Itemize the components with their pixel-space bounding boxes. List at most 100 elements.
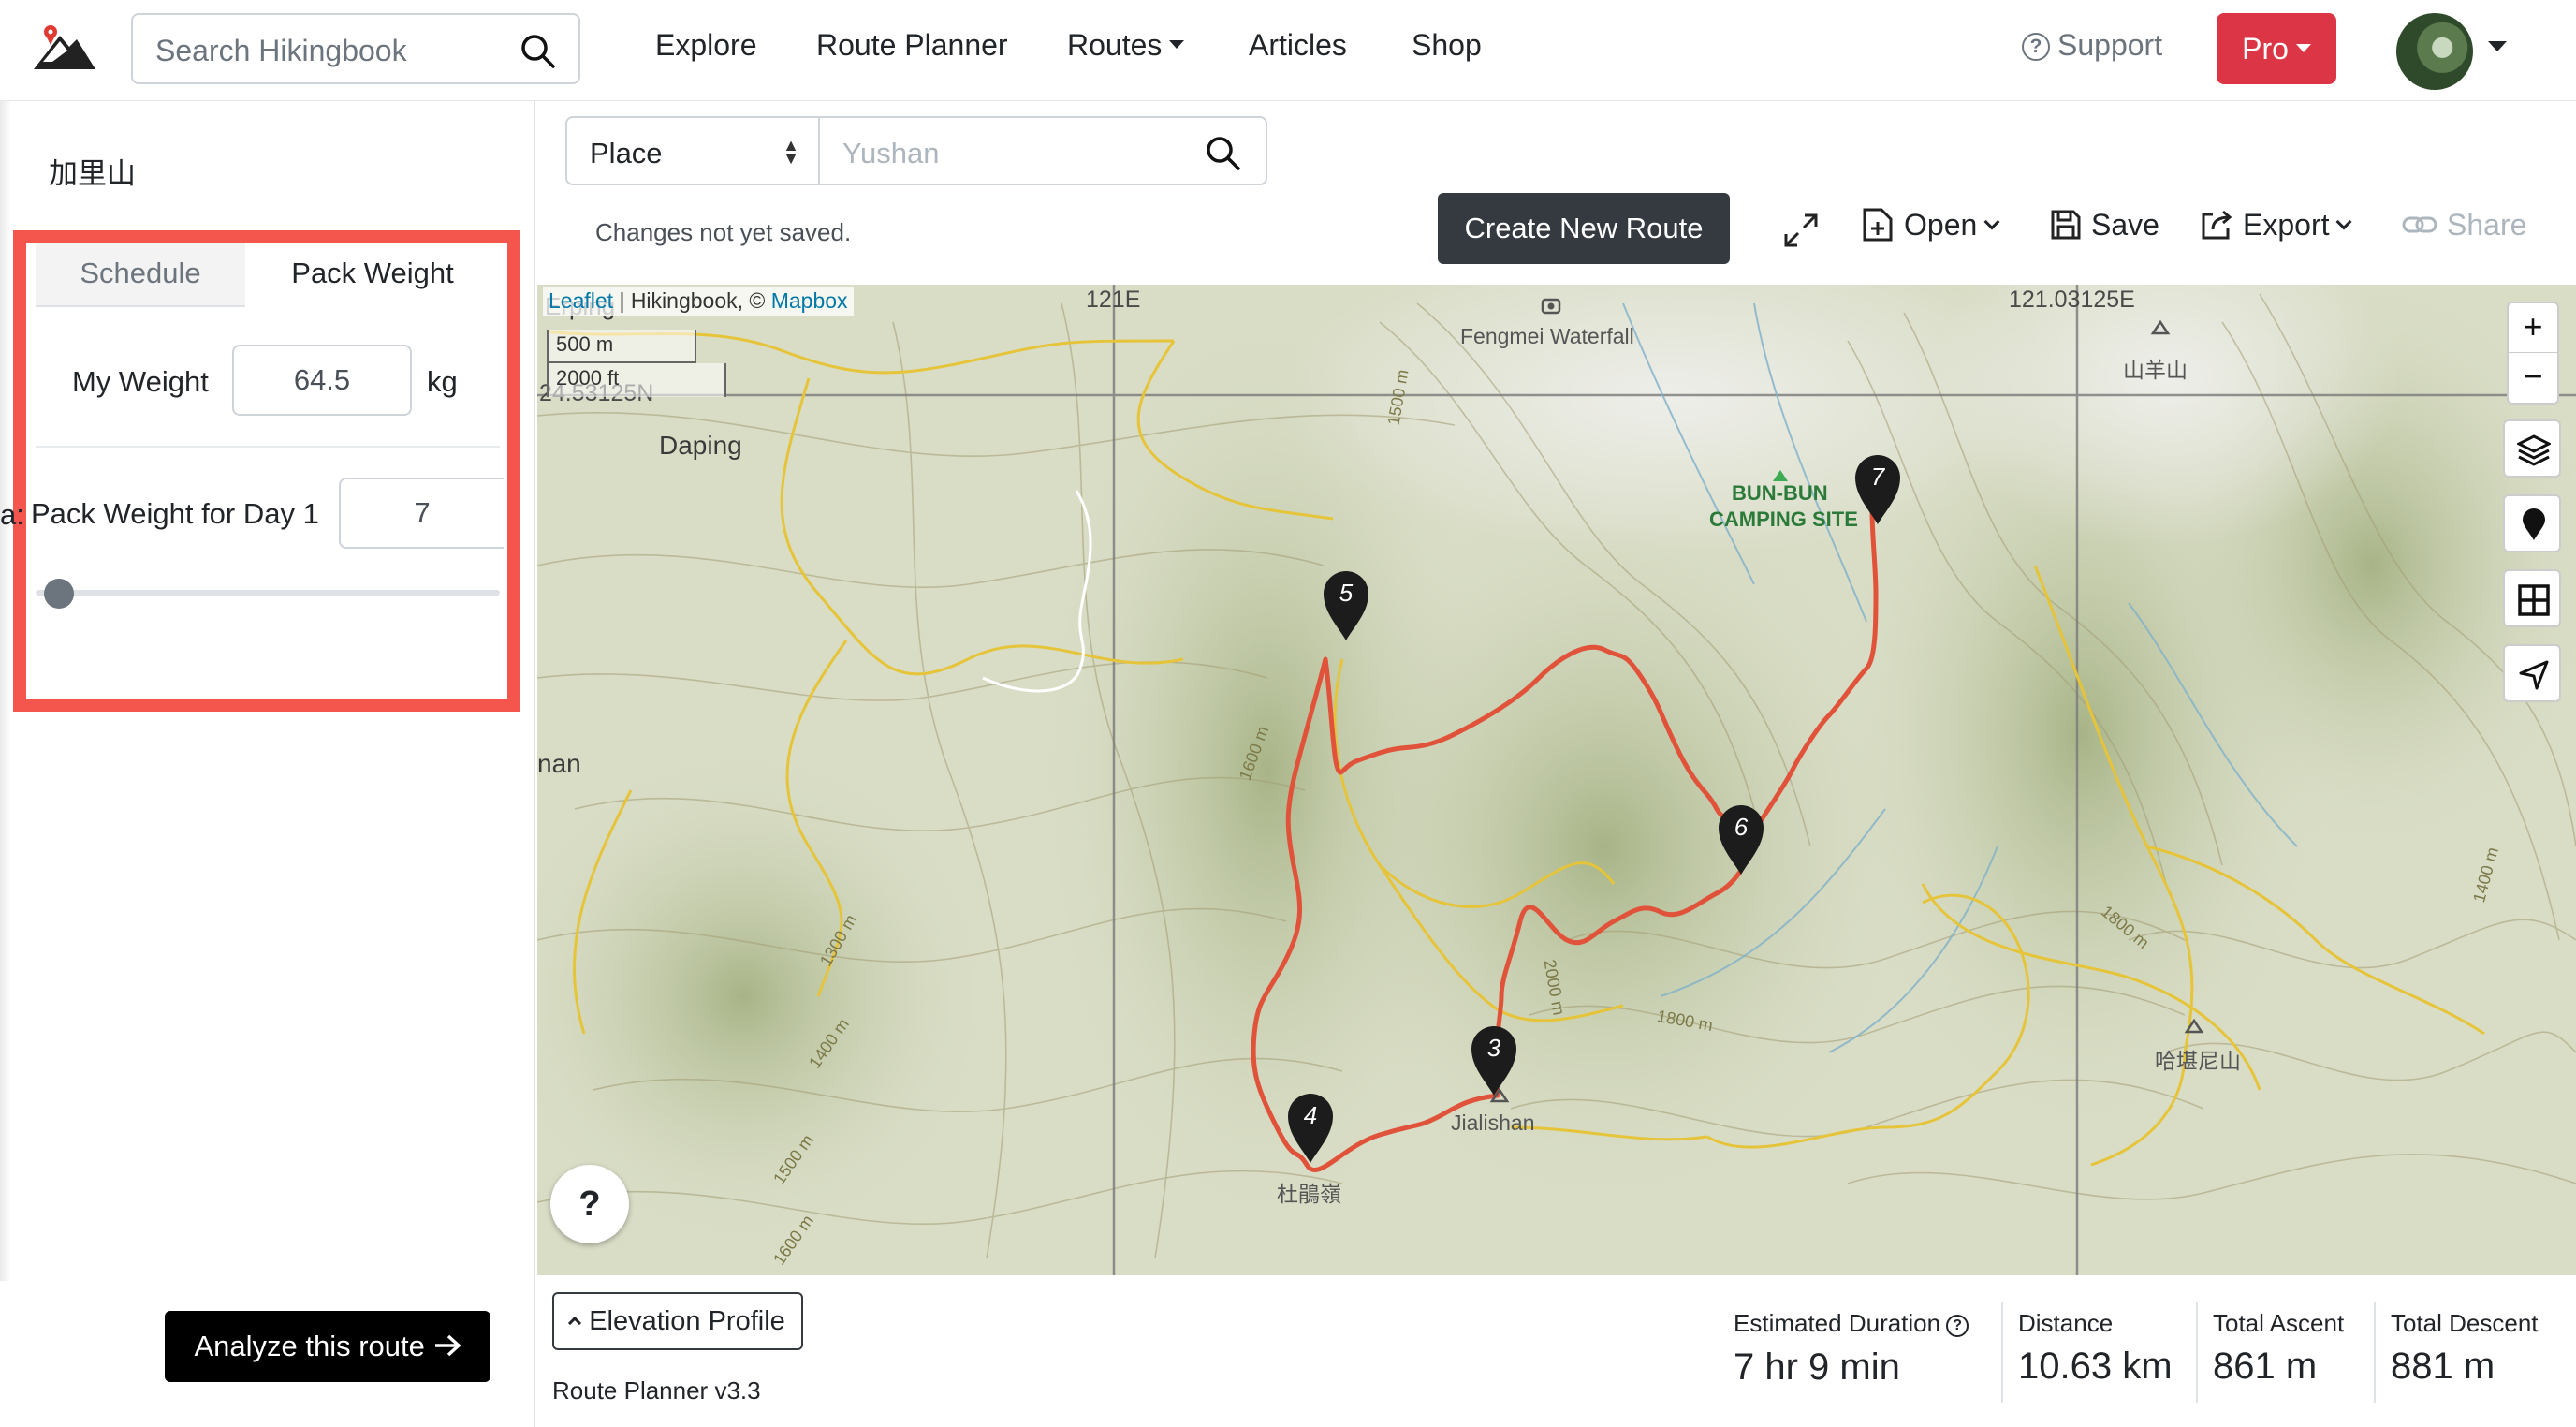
nav-articles[interactable]: Articles [1249,28,1347,63]
question-circle-icon[interactable]: ? [1946,1315,1969,1337]
nav-routes-dropdown[interactable]: Routes [1067,28,1185,63]
stat-ascent: Total Ascent 861 m [2213,1309,2344,1388]
stat-descent-value: 881 m [2391,1346,2496,1387]
stat-descent-label: Total Descent [2391,1309,2539,1337]
pro-label: Pro [2242,32,2289,66]
support-link[interactable]: ? Support [2022,28,2162,64]
site-search-input[interactable]: Search Hikingbook [131,13,580,84]
locate-me-button[interactable] [2503,644,2561,702]
place-search-placeholder: Yushan [842,137,940,169]
waypoint-marker-5[interactable]: 5 [1318,566,1374,644]
route-map[interactable]: Erping Daping nan Fengmei Waterfall BUN-… [537,285,2576,1275]
tab-pack-weight[interactable]: Pack Weight [245,243,500,307]
nav-routes-label: Routes [1067,28,1163,62]
nav-explore[interactable]: Explore [655,28,757,63]
stat-duration-label: Estimated Duration [1734,1309,1941,1337]
nav-route-planner[interactable]: Route Planner [816,28,1008,63]
my-weight-label: My Weight [72,365,209,398]
clipped-text-fragment: a: [0,498,24,531]
sidebar-tabs: Schedule Pack Weight [36,243,500,307]
layers-icon [2517,434,2551,466]
add-marker-button[interactable] [2503,494,2561,552]
open-dropdown[interactable]: Open [1861,208,2000,245]
route-title: 加里山 [49,157,136,191]
pack-weight-slider[interactable] [36,590,500,596]
map-scale-bar: 500 m 2000 ft [547,330,726,397]
create-new-route-button[interactable]: Create New Route [1438,193,1730,264]
map-pin-icon [2523,508,2545,540]
share-label: Share [2447,208,2527,242]
map-label-jialishan: Jialishan [1451,1111,1535,1135]
hikingbook-logo-icon[interactable] [32,21,97,73]
map-label-fengmei-waterfall: Fengmei Waterfall [1460,324,1634,348]
waypoint-marker-7[interactable]: 7 [1850,449,1906,528]
search-icon[interactable] [519,32,556,69]
waypoint-marker-4[interactable]: 4 [1282,1088,1339,1167]
share-button[interactable]: Share [2402,208,2526,243]
grid-toggle-button[interactable] [2503,569,2561,627]
user-avatar[interactable] [2396,13,2473,90]
place-type-select[interactable]: Place ▲ ▼ [565,116,820,185]
zoom-out-button[interactable]: − [2509,353,2557,403]
save-icon [2051,210,2081,240]
place-type-value: Place [590,137,663,169]
map-label-dujuanling: 杜鵑嶺 [1277,1183,1341,1207]
map-label-nan: nan [537,749,581,778]
share-export-icon [2202,210,2232,240]
app-version: Route Planner v3.3 [552,1376,761,1405]
analyze-route-label: Analyze this route [194,1330,425,1362]
elevation-profile-label: Elevation Profile [589,1306,785,1336]
unsaved-changes-notice: Changes not yet saved. [595,218,852,246]
support-label: Support [2057,28,2163,62]
waypoint-marker-3[interactable]: 3 [1466,1021,1522,1099]
arrow-right-icon [434,1334,461,1357]
save-label: Save [2091,208,2159,242]
stat-descent: Total Descent 881 m [2391,1309,2539,1388]
export-dropdown[interactable]: Export [2200,208,2352,243]
elevation-profile-toggle[interactable]: Elevation Profile [552,1292,803,1350]
expand-icon[interactable] [1782,212,1820,249]
waypoint-marker-6[interactable]: 6 [1713,800,1769,878]
nav-shop[interactable]: Shop [1412,28,1482,63]
zoom-in-button[interactable]: + [2509,303,2557,353]
map-label-daping: Daping [659,431,742,460]
terrain-map-graphic [537,285,2576,1275]
pack-weight-day-input[interactable]: 7 [339,478,504,549]
stat-ascent-value: 861 m [2213,1346,2318,1387]
grid-label-121e: 121E [1086,287,1141,313]
stat-duration-label-row: Estimated Duration? [1734,1309,1969,1339]
waypoint-number: 3 [1487,1034,1501,1062]
map-attribution: Leaflet | Hikingbook, © Mapbox [543,287,854,316]
export-label: Export [2243,208,2330,242]
analyze-route-button[interactable]: Analyze this route [165,1311,490,1382]
attribution-text: | Hikingbook, © [613,288,771,313]
help-button[interactable]: ? [550,1165,629,1243]
my-weight-input[interactable]: 64.5 [232,345,412,416]
scale-imperial: 2000 ft [547,363,726,397]
mapbox-link[interactable]: Mapbox [771,288,848,313]
tab-schedule[interactable]: Schedule [36,243,245,307]
search-icon[interactable] [1204,134,1241,171]
pack-weight-day-label: Pack Weight for Day 1 [31,497,319,530]
stat-divider [2001,1302,2003,1403]
leaflet-link[interactable]: Leaflet [549,288,613,313]
map-label-shanyang: 山羊山 [2123,359,2188,383]
stat-ascent-label: Total Ascent [2213,1309,2345,1337]
open-label: Open [1904,208,1978,242]
map-label-bunbun-2: CAMPING SITE [1709,508,1858,531]
select-arrows-icon: ▲ ▼ [783,136,799,168]
sidebar-shadow [0,101,11,1281]
stat-divider [2374,1302,2376,1403]
grid-icon [2518,584,2550,616]
layers-button[interactable] [2503,419,2561,478]
waypoint-number: 5 [1339,579,1354,607]
place-search-input[interactable]: Yushan [818,116,1267,185]
avatar-caret-down-icon[interactable] [2488,41,2507,51]
link-icon [2402,216,2437,233]
pro-dropdown-button[interactable]: Pro [2217,13,2336,84]
map-label-hakanishan: 哈堪尼山 [2155,1050,2241,1074]
save-button[interactable]: Save [2050,208,2159,243]
divider [36,446,500,448]
caret-down-icon [1169,40,1185,50]
chevron-down-icon [2335,213,2352,230]
